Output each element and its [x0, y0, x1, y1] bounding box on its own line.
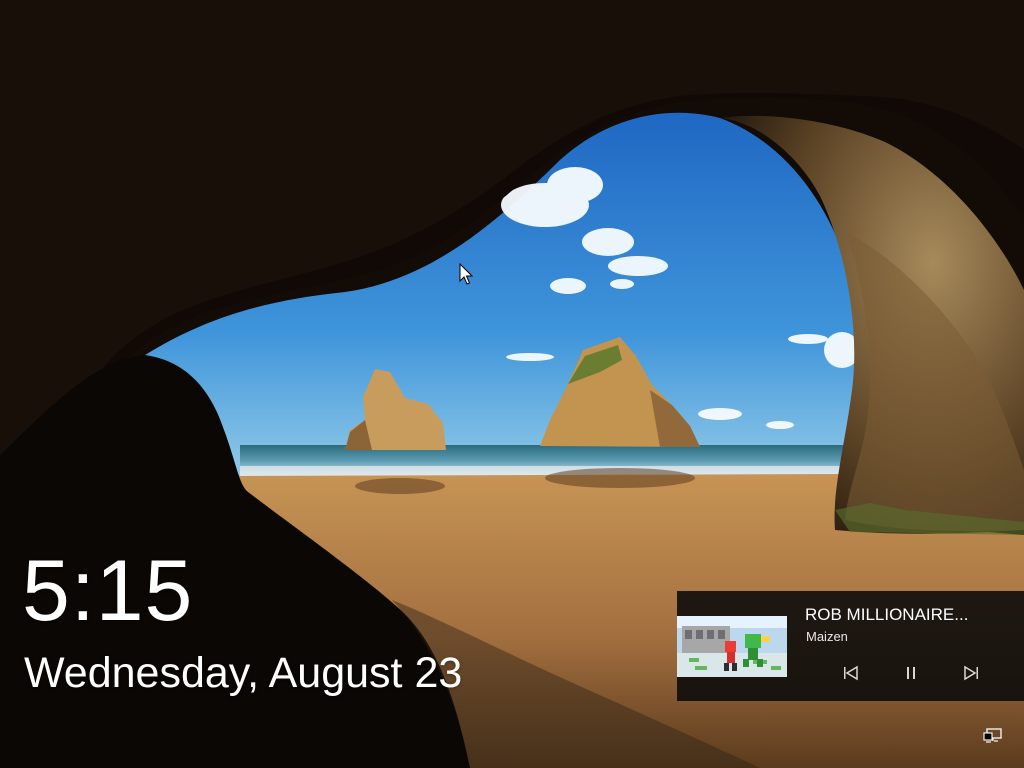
media-title: ROB MILLIONAIRE...	[805, 605, 969, 624]
lock-screen-time: 5:15	[22, 543, 194, 639]
pause-icon	[907, 667, 915, 679]
lock-screen-date: Wednesday, August 23	[24, 649, 463, 697]
media-thumbnail	[677, 616, 787, 677]
media-controls-panel: ROB MILLIONAIRE... Maizen	[677, 591, 1024, 701]
network-icon[interactable]	[983, 728, 1003, 744]
mouse-pointer-icon	[459, 263, 473, 285]
media-artist: Maizen	[806, 629, 848, 644]
previous-track-button[interactable]	[839, 663, 863, 683]
lock-screen: 5:15 Wednesday, August 23 ROB MILLIONAIR…	[0, 0, 1024, 768]
pause-button[interactable]	[899, 663, 923, 683]
next-track-icon	[964, 665, 978, 681]
previous-track-icon	[844, 665, 858, 681]
next-track-button[interactable]	[959, 663, 983, 683]
